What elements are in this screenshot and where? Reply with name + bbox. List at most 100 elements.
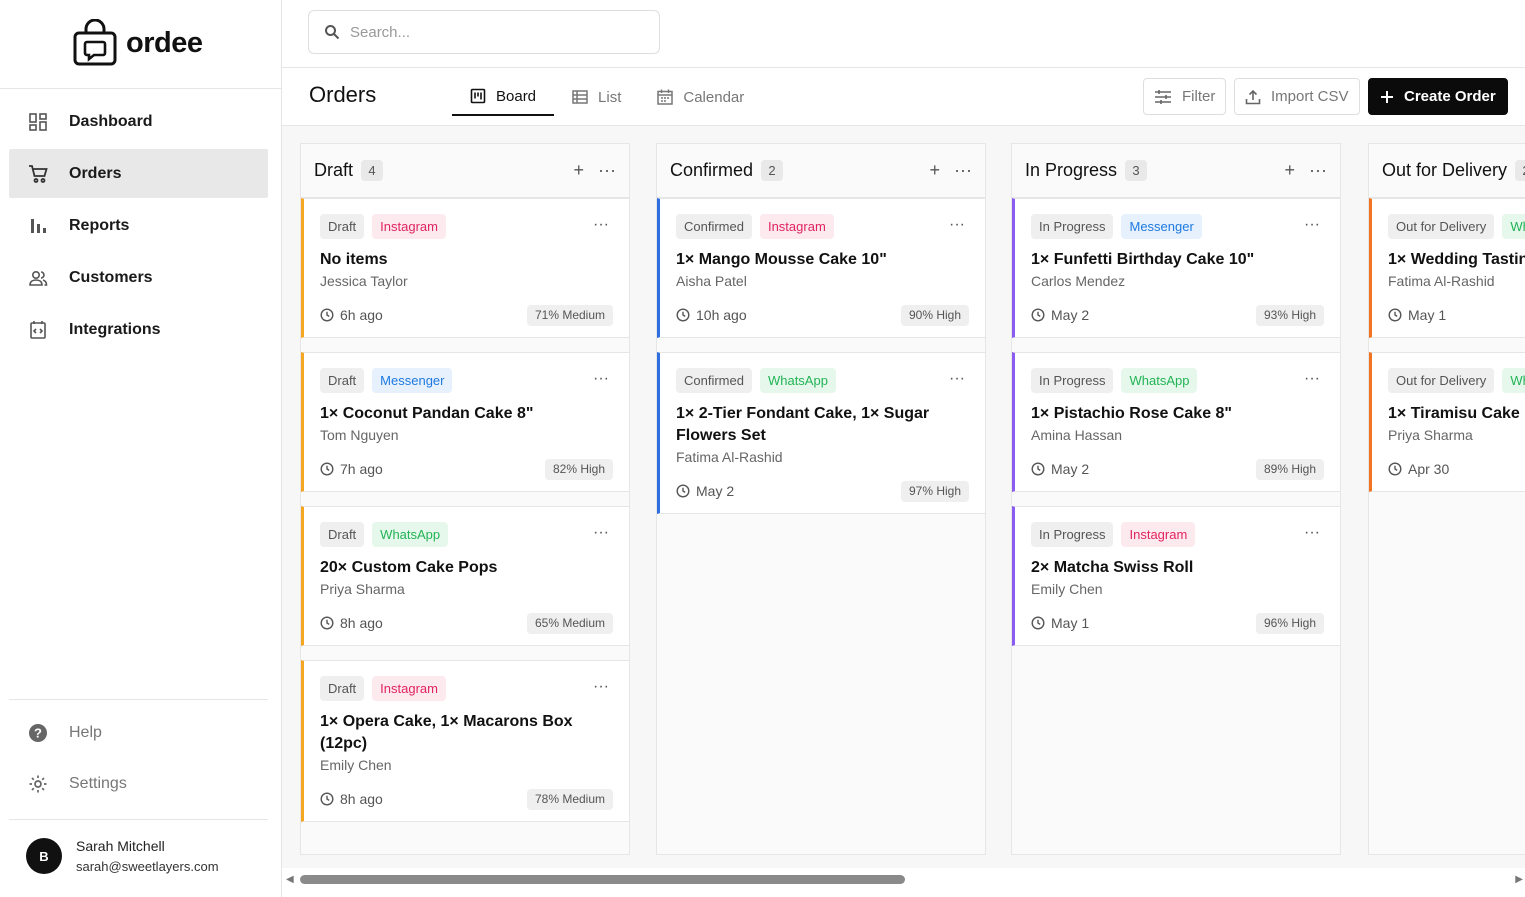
column-count-badge: 4 <box>361 160 384 181</box>
card-footer: May 2 97% High <box>676 469 969 513</box>
time-text: 8h ago <box>340 615 383 631</box>
customer-name: Tom Nguyen <box>320 427 399 443</box>
more-options-icon[interactable]: ··· <box>1309 160 1327 181</box>
card-menu-icon[interactable]: ··· <box>1304 370 1320 388</box>
board-icon <box>470 88 486 104</box>
customer-name: Aisha Patel <box>676 273 747 289</box>
order-card[interactable]: Confirmed WhatsApp ··· 1× 2-Tier Fondant Ca… <box>657 352 985 514</box>
tab-label: Calendar <box>683 88 745 106</box>
clock-icon <box>320 462 334 476</box>
card-time: May 1 <box>1031 615 1089 631</box>
card-menu-icon[interactable]: ··· <box>949 216 965 234</box>
users-icon <box>27 267 49 289</box>
order-card[interactable]: Draft Instagram ··· 1× Opera Cake, 1× Macar… <box>301 660 629 822</box>
time-text: May 1 <box>1051 615 1090 631</box>
order-card[interactable]: Draft Instagram ··· No items Jessica Taylor 6… <box>301 198 629 338</box>
order-items: 1× Opera Cake, 1× Macarons Box (12pc) <box>320 713 573 752</box>
order-card[interactable]: Confirmed Instagram ··· 1× Mango Mousse Cak… <box>657 198 985 338</box>
customer-name: Amina Hassan <box>1031 427 1123 443</box>
topbar <box>282 0 1525 68</box>
customer-name: Jessica Taylor <box>320 273 408 289</box>
card-menu-icon[interactable]: ··· <box>1304 216 1320 234</box>
card-menu-icon[interactable]: ··· <box>593 370 609 388</box>
order-items: 2× Matcha Swiss Roll <box>1031 559 1194 576</box>
plus-icon <box>1381 90 1393 103</box>
card-footer: 7h ago 82% High <box>320 447 613 491</box>
sidebar-item-dashboard[interactable]: Dashboard <box>9 97 268 146</box>
card-time: May 1 <box>1388 307 1446 323</box>
user-profile[interactable]: B Sarah Mitchell sarah@sweetlayers.com <box>26 838 219 874</box>
card-tags: Confirmed Instagram <box>676 213 969 239</box>
card-tags: In Progress Messenger <box>1031 213 1324 239</box>
order-card[interactable]: Draft WhatsApp ··· 20× Custom Cake Pops Priy… <box>301 506 629 646</box>
horizontal-scrollbar[interactable]: ◀ ▶ <box>282 868 1525 897</box>
clock-icon <box>1388 308 1402 322</box>
column-draft: Draft 4 + ··· Draft Instagram ··· No items Jessi… <box>300 143 630 855</box>
status-badge: Draft <box>320 367 365 393</box>
card-menu-icon[interactable]: ··· <box>593 678 609 696</box>
filter-button[interactable]: Filter <box>1143 78 1227 115</box>
time-text: 6h ago <box>340 307 383 323</box>
card-menu-icon[interactable]: ··· <box>593 216 609 234</box>
tab-board[interactable]: Board <box>452 78 555 116</box>
add-card-icon[interactable]: + <box>930 160 941 181</box>
confidence-badge: 96% High <box>1255 612 1324 634</box>
tab-calendar[interactable]: Calendar <box>639 78 762 116</box>
order-items: 20× Custom Cake Pops <box>320 559 498 576</box>
search-input[interactable] <box>350 23 630 41</box>
divider <box>9 819 268 820</box>
order-card[interactable]: In Progress Messenger ··· 1× Funfetti Birth… <box>1012 198 1340 338</box>
order-card[interactable]: Draft Messenger ··· 1× Coconut Pandan Cake … <box>301 352 629 492</box>
order-card[interactable]: In Progress Instagram ··· 2× Matcha Swiss R… <box>1012 506 1340 646</box>
scroll-left-arrow[interactable]: ◀ <box>286 874 294 885</box>
sidebar-item-orders[interactable]: Orders <box>9 149 268 198</box>
user-name: Sarah Mitchell <box>76 838 165 854</box>
card-tags: Draft Instagram <box>320 213 613 239</box>
scrollbar-thumb[interactable] <box>300 875 905 884</box>
sidebar-item-reports[interactable]: Reports <box>9 201 268 250</box>
tab-list[interactable]: List <box>554 78 639 116</box>
sidebar-item-help[interactable]: ? Help <box>9 708 268 757</box>
customer-name: Priya Sharma <box>320 581 405 597</box>
column-confirmed: Confirmed 2 + ··· Confirmed Instagram ··· 1× Ma… <box>656 143 986 855</box>
sidebar-item-label: Orders <box>69 164 122 182</box>
add-card-icon[interactable]: + <box>574 160 585 181</box>
card-time: 10h ago <box>676 307 747 323</box>
logo[interactable]: ordee <box>72 18 203 68</box>
customer-name: Fatima Al-Rashid <box>676 449 783 465</box>
card-menu-icon[interactable]: ··· <box>593 524 609 542</box>
order-card[interactable]: Out for DeliveryWhatsApp···1× Tiramisu C… <box>1369 352 1525 492</box>
order-items: 1× Wedding Tasting Sample Slice <box>1388 251 1525 268</box>
order-card[interactable]: Out for DeliveryWhatsApp···1× Wedding Ta… <box>1369 198 1525 338</box>
confidence-badge: 97% High <box>900 480 969 502</box>
search-box[interactable] <box>308 10 660 54</box>
scroll-right-arrow[interactable]: ▶ <box>1515 874 1523 885</box>
list-icon <box>572 90 588 104</box>
card-tags: Draft WhatsApp <box>320 521 613 547</box>
channel-badge: Instagram <box>759 213 834 239</box>
divider <box>0 88 281 89</box>
sidebar-item-settings[interactable]: Settings <box>9 759 268 808</box>
card-footer: May 2 89% High <box>1031 447 1324 491</box>
sidebar-item-customers[interactable]: Customers <box>9 253 268 302</box>
add-card-icon[interactable]: + <box>1285 160 1296 181</box>
order-items: 1× Tiramisu Cake (C <box>1388 405 1525 422</box>
card-menu-icon[interactable]: ··· <box>949 370 965 388</box>
clock-icon <box>1031 308 1045 322</box>
channel-badge: Instagram <box>1121 521 1196 547</box>
card-menu-icon[interactable]: ··· <box>1304 524 1320 542</box>
order-card[interactable]: In Progress WhatsApp ··· 1× Pistachio Rose … <box>1012 352 1340 492</box>
clock-icon <box>320 308 334 322</box>
more-options-icon[interactable]: ··· <box>598 160 616 181</box>
more-options-icon[interactable]: ··· <box>954 160 972 181</box>
sidebar-item-label: Customers <box>69 268 153 286</box>
page-header: Orders Board List Calendar Filter Import… <box>282 68 1525 126</box>
column-title: Confirmed <box>670 160 754 180</box>
import-csv-button[interactable]: Import CSV <box>1234 78 1360 115</box>
card-tags: Confirmed WhatsApp <box>676 367 969 393</box>
sidebar-item-integrations[interactable]: Integrations <box>9 305 268 354</box>
time-text: May 2 <box>696 483 735 499</box>
customer-name: Priya Sharma <box>1388 427 1473 443</box>
create-order-button[interactable]: Create Order <box>1368 78 1508 115</box>
card-list: Confirmed Instagram ··· 1× Mango Mousse Cak… <box>657 198 985 514</box>
